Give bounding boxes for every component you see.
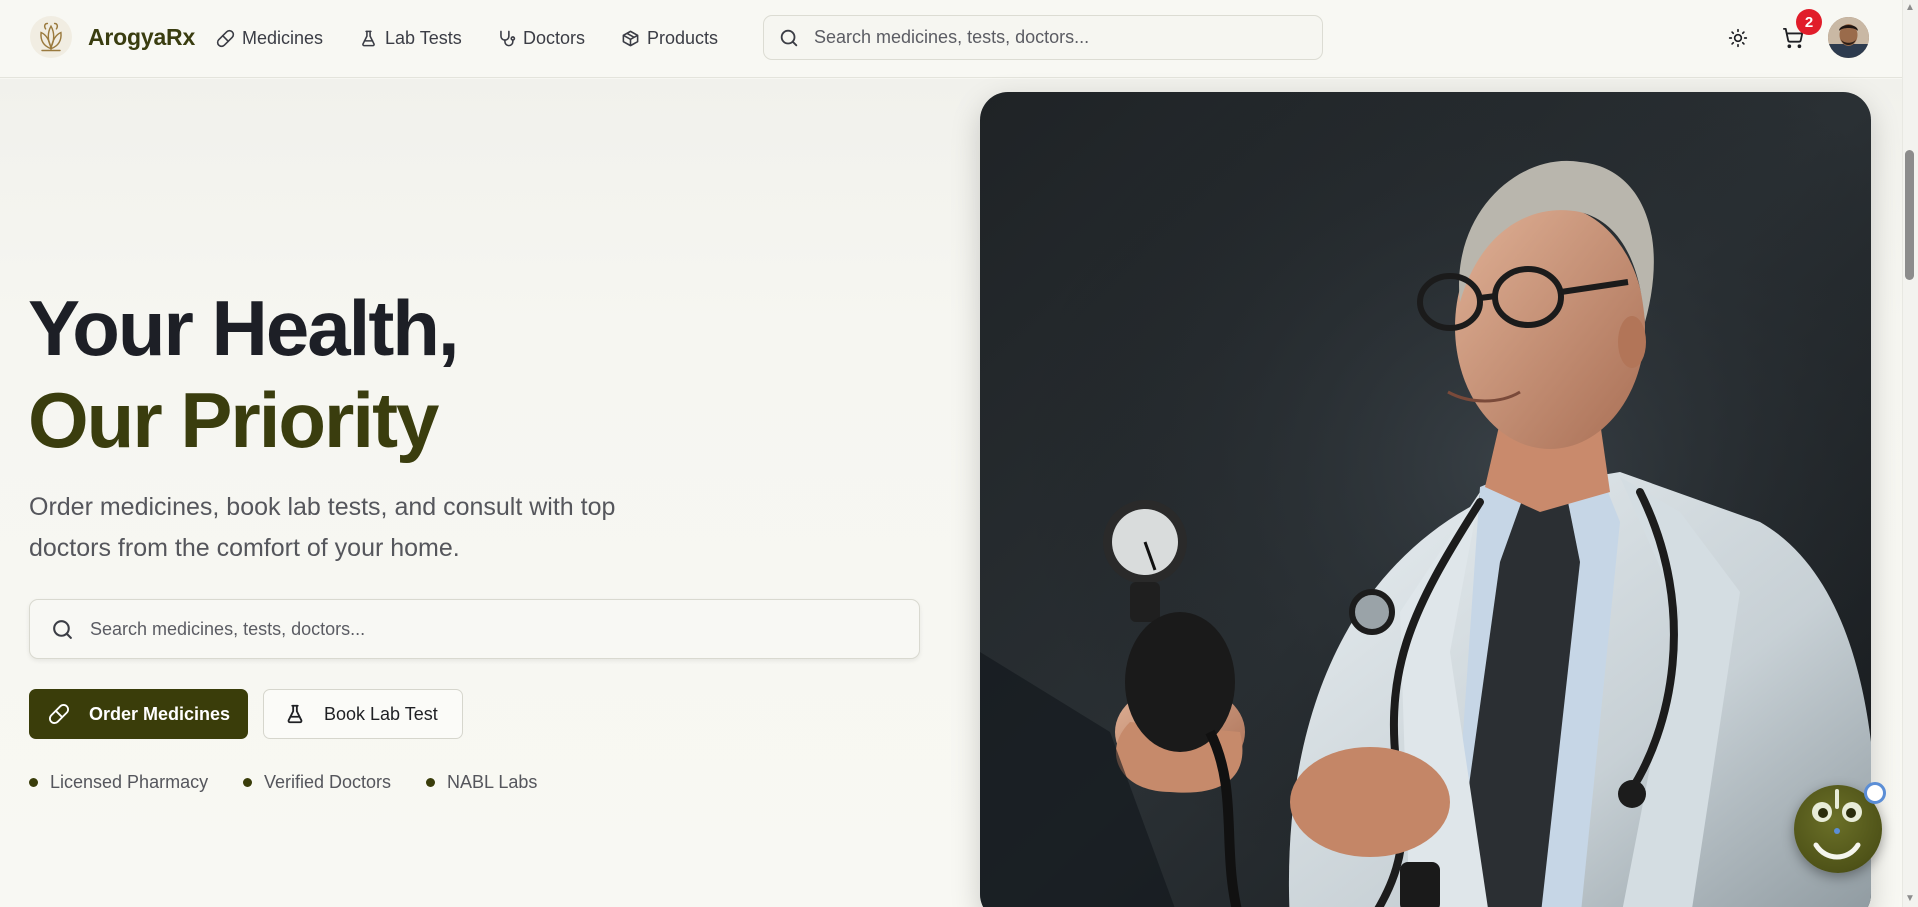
order-medicines-button[interactable]: Order Medicines <box>29 689 248 739</box>
nav-medicines-label: Medicines <box>242 27 324 48</box>
nav-lab-tests-label: Lab Tests <box>385 27 462 48</box>
nav-doctors-label: Doctors <box>523 27 586 48</box>
hero-title-line2: Our Priority <box>28 376 439 464</box>
brand-name[interactable]: ArogyaRx <box>88 24 195 51</box>
sun-icon <box>1728 28 1748 48</box>
header-search[interactable] <box>763 15 1323 60</box>
pill-icon <box>216 29 235 47</box>
trust-nabl-labs: NABL Labs <box>447 771 538 792</box>
trust-licensed-pharmacy: Licensed Pharmacy <box>50 771 209 792</box>
hero-search[interactable] <box>29 599 920 659</box>
nav-products[interactable]: Products <box>621 26 718 50</box>
search-icon <box>780 29 798 47</box>
hero-title-line1: Your Health, <box>28 284 460 372</box>
bullet-dot <box>29 777 38 787</box>
trust-verified-doctors: Verified Doctors <box>264 771 392 792</box>
scrollbar-thumb[interactable] <box>1905 150 1914 280</box>
trust-item: Licensed Pharmacy <box>29 771 208 793</box>
bullet-dot <box>243 777 252 787</box>
flask-icon <box>362 30 375 46</box>
book-lab-test-label: Book Lab Test <box>324 703 438 724</box>
pill-icon <box>49 704 69 724</box>
scroll-down-arrow-icon[interactable]: ▼ <box>1904 893 1916 905</box>
order-medicines-label: Order Medicines <box>89 703 231 724</box>
nav-products-label: Products <box>647 27 719 48</box>
bullet-dot <box>426 777 435 787</box>
flask-icon <box>287 704 303 724</box>
page-scrollbar[interactable] <box>1902 0 1918 907</box>
hero-search-input[interactable] <box>90 618 890 640</box>
nav-doctors[interactable]: Doctors <box>497 26 585 50</box>
stethoscope-icon <box>500 30 516 46</box>
scroll-up-arrow-icon[interactable]: ▲ <box>1904 2 1916 14</box>
header-search-input[interactable] <box>814 27 1294 48</box>
trust-item: NABL Labs <box>426 771 537 793</box>
trust-item: Verified Doctors <box>243 771 391 793</box>
hero-doctor-image <box>980 92 1871 907</box>
search-icon <box>53 620 72 639</box>
theme-toggle-button[interactable] <box>1722 22 1754 54</box>
top-navbar: ArogyaRx Medicines Lab Tests Doctors Pro… <box>0 0 1902 78</box>
cart-count-badge: 2 <box>1796 9 1822 35</box>
lotus-logo-icon[interactable] <box>30 16 72 58</box>
hero-subtitle: Order medicines, book lab tests, and con… <box>29 493 616 562</box>
book-lab-test-button[interactable]: Book Lab Test <box>263 689 463 739</box>
nav-lab-tests[interactable]: Lab Tests <box>359 26 462 50</box>
box-icon <box>622 30 639 46</box>
chatbot-notification-dot <box>1864 782 1886 804</box>
user-avatar[interactable] <box>1828 17 1869 58</box>
nav-medicines[interactable]: Medicines <box>216 26 323 50</box>
